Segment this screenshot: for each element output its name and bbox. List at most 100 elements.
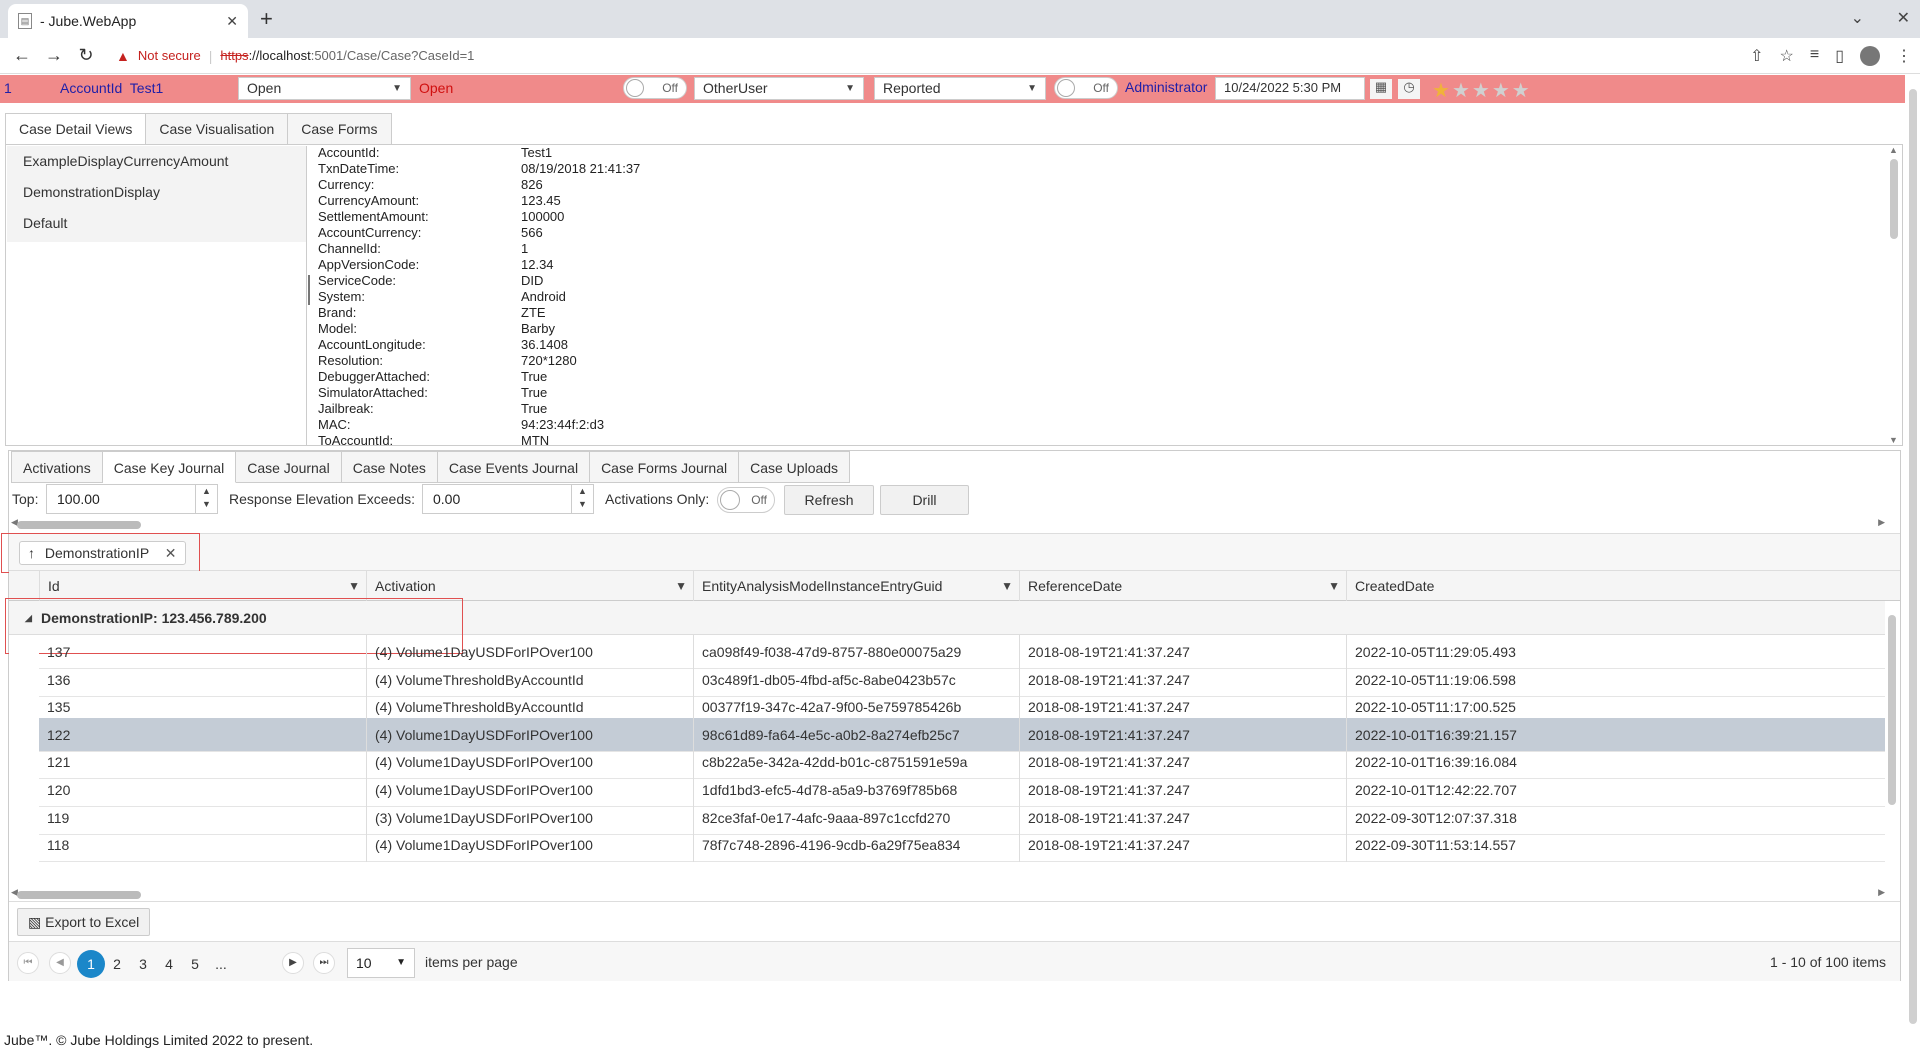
bookmark-star-icon[interactable]: ☆ [1780,46,1794,66]
response-elevation-input[interactable]: 0.00 ▲ ▼ [422,484,594,514]
tab-case-notes[interactable]: Case Notes [341,451,438,483]
table-row[interactable]: 118 (4) Volume1DayUSDForIPOver100 78f7c748… [39,828,1885,863]
tab-search-chevron-icon[interactable]: ⌄ [1851,8,1864,28]
filter-icon[interactable]: ▼ [1001,571,1013,601]
scroll-right-icon[interactable]: ▶ [1878,517,1885,528]
rating-star-icon[interactable]: ★ [1492,80,1512,102]
pager-info: 1 - 10 of 100 items [1770,954,1886,970]
tab-activations[interactable]: Activations [11,451,103,483]
page-favicon-icon: ▤ [18,13,32,29]
case-status-select[interactable]: Open ▼ [238,77,411,100]
column-header-entityanalysismodelinstanceentryguid[interactable]: EntityAnalysisModelInstanceEntryGuid ▼ [693,571,1019,601]
case-status-text: Open [419,80,454,96]
forward-icon[interactable]: → [38,45,70,66]
page-size-select[interactable]: 10 ▼ [347,948,415,978]
scroll-up-icon[interactable]: ▲ [1889,145,1898,155]
rating-star-icon[interactable]: ★ [1472,80,1492,102]
share-icon[interactable]: ⇧ [1750,46,1763,66]
first-page-icon[interactable]: ⏮ [17,952,39,974]
filter-icon[interactable]: ▼ [675,571,687,601]
tab-case-uploads[interactable]: Case Uploads [739,451,851,483]
last-page-icon[interactable]: ⏭ [313,952,335,974]
tab-case-visualisation[interactable]: Case Visualisation [146,113,289,145]
display-view-item[interactable]: ExampleDisplayCurrencyAmount [7,146,306,177]
detail-key: Jailbreak: [318,401,374,416]
activations-only-switch[interactable]: Off [717,487,775,513]
scroll-down-icon[interactable]: ▼ [1889,435,1898,445]
rating-star-icon[interactable]: ★ [1452,80,1472,102]
close-tab-icon[interactable]: ✕ [226,13,238,30]
page-number[interactable]: 2 [103,950,131,978]
window-close-icon[interactable]: ✕ [1897,8,1910,28]
response-elevation-label: Response Elevation Exceeds: [229,491,415,507]
clock-icon[interactable]: ◷ [1398,79,1420,99]
column-header-id[interactable]: Id ▼ [39,571,366,601]
tab-case-detail-views[interactable]: Case Detail Views [5,113,147,145]
scrollbar-thumb[interactable] [17,891,141,899]
detail-key: ChannelId: [318,241,381,256]
scrollbar-thumb[interactable] [1888,615,1896,805]
case-user-select[interactable]: OtherUser ▼ [694,77,864,100]
case-diary-switch[interactable]: Off [1054,77,1118,99]
browser-menu-icon[interactable]: ⋮ [1896,46,1912,66]
new-tab-icon[interactable]: + [260,6,273,32]
page-number[interactable]: ... [207,950,235,978]
rating-star-icon[interactable]: ★ [1432,80,1452,102]
column-header-activation[interactable]: Activation ▼ [366,571,693,601]
top-input[interactable]: 100.00 ▲ ▼ [46,484,218,514]
column-header-referencedate[interactable]: ReferenceDate ▼ [1019,571,1346,601]
side-panel-icon[interactable]: ▯ [1835,46,1844,66]
case-rating[interactable]: ★★★★★ [1432,78,1532,103]
reload-icon[interactable]: ↻ [70,45,102,66]
browser-tab[interactable]: ▤ - Jube.WebApp ✕ [8,4,248,38]
previous-page-icon[interactable]: ◀ [49,952,71,974]
calendar-icon[interactable]: ▦ [1370,79,1392,99]
tab-case-events-journal[interactable]: Case Events Journal [437,451,591,483]
display-view-item[interactable]: Default [7,208,306,239]
display-views-list: ExampleDisplayCurrencyAmount Demonstratio… [7,146,307,242]
scrollbar-thumb[interactable] [1890,159,1898,239]
page-scrollbar[interactable] [1906,75,1920,1050]
security-indicator[interactable]: ▲ Not secure [116,48,201,64]
refresh-button[interactable]: Refresh [784,485,874,515]
next-page-icon[interactable]: ▶ [282,952,304,974]
page-number[interactable]: 3 [129,950,157,978]
url-input[interactable]: https://localhost:5001/Case/Case?CaseId=… [220,48,474,63]
case-workflow-status-select[interactable]: Reported ▼ [874,77,1046,100]
toolbar-scrollbar[interactable]: ◀ ▶ [11,517,1885,531]
page-number[interactable]: 1 [77,950,105,978]
detail-scrollbar[interactable]: ▲ ▼ [1888,145,1900,445]
detail-key: AccountCurrency: [318,225,422,240]
tab-case-forms-journal[interactable]: Case Forms Journal [590,451,740,483]
scrollbar-thumb[interactable] [1909,89,1917,1024]
rating-star-icon[interactable]: ★ [1512,80,1532,102]
drill-button[interactable]: Drill [880,485,969,515]
filter-icon[interactable]: ▼ [348,571,360,601]
reading-list-icon[interactable]: ≡ [1810,46,1819,66]
tab-case-journal[interactable]: Case Journal [236,451,342,483]
stepper-arrows-icon[interactable]: ▲ ▼ [195,485,217,513]
stepper-arrows-icon[interactable]: ▲ ▼ [571,485,593,513]
detail-key: TxnDateTime: [318,161,400,176]
tab-case-forms[interactable]: Case Forms [288,113,392,145]
splitter-handle[interactable] [308,275,312,305]
column-header-label: EntityAnalysisModelInstanceEntryGuid [702,578,943,594]
filter-icon[interactable]: ▼ [1328,571,1340,601]
grid-vertical-scrollbar[interactable] [1886,603,1898,887]
export-to-excel-button[interactable]: ▧ Export to Excel [17,908,151,936]
page-number[interactable]: 5 [181,950,209,978]
detail-value: DID [521,273,544,288]
scroll-right-icon[interactable]: ▶ [1878,887,1885,898]
detail-value: 100000 [521,209,565,224]
tab-case-key-journal[interactable]: Case Key Journal [102,451,237,483]
case-diary-date-input[interactable]: 10/24/2022 5:30 PM [1215,77,1365,100]
profile-avatar[interactable] [1860,46,1880,66]
display-view-item[interactable]: DemonstrationDisplay [7,177,306,208]
column-header-createddate[interactable]: CreatedDate [1346,571,1546,601]
case-diary-date-value: 10/24/2022 5:30 PM [1224,80,1342,95]
case-lock-switch[interactable]: Off [623,77,687,99]
page-number[interactable]: 4 [155,950,183,978]
back-icon[interactable]: ← [6,45,38,66]
grid-horizontal-scrollbar[interactable]: ◀ ▶ [11,887,1885,901]
scrollbar-thumb[interactable] [17,521,141,529]
